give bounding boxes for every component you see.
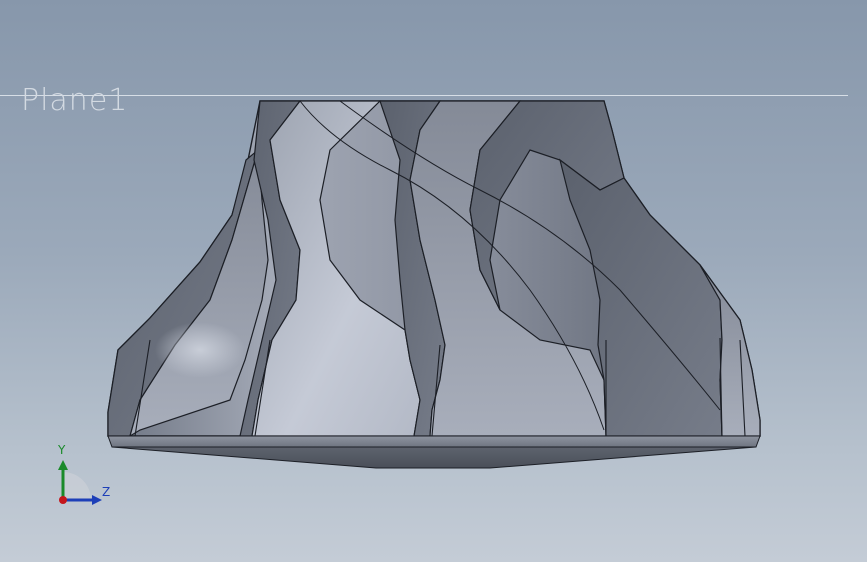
graphics-viewport[interactable]: Plane1 Y Z <box>0 0 867 562</box>
orientation-triad[interactable]: Y Z <box>40 440 130 510</box>
highlight-glow <box>155 322 245 378</box>
triad-y-label: Y <box>58 443 66 457</box>
triad-z-label: Z <box>102 485 111 499</box>
triad-axes-icon <box>58 460 102 505</box>
hub-base <box>111 446 757 469</box>
backplate-disc <box>107 435 761 448</box>
impeller-model[interactable] <box>0 0 867 562</box>
